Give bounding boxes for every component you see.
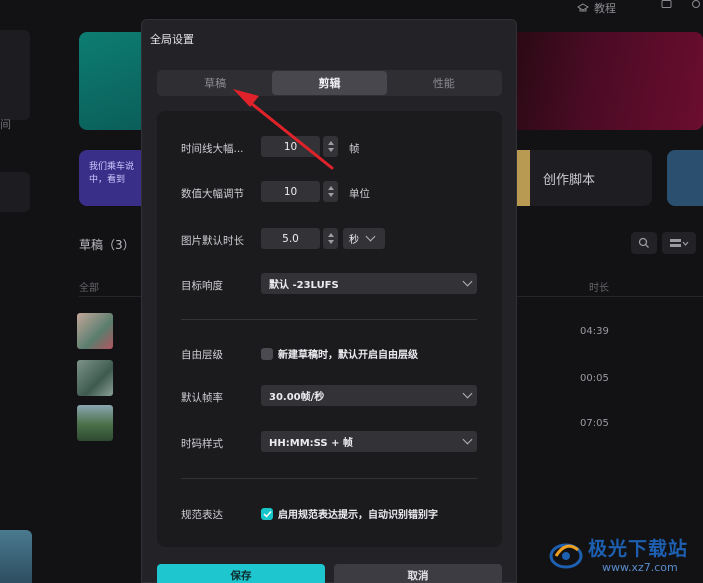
tutorial-label: 教程 <box>594 2 616 15</box>
graduation-cap-icon <box>577 3 589 12</box>
promo-tile[interactable]: 我们乘车说 中，看到 <box>79 150 141 206</box>
timecode-style-value: HH:MM:SS + 帧 <box>269 438 353 449</box>
watermark-brand: 极光下载站 <box>588 538 689 560</box>
free-layer-label: 自由层级 <box>181 349 223 361</box>
image-duration-stepper[interactable] <box>323 228 338 249</box>
settings-tabs: 草稿 剪辑 性能 <box>157 70 502 96</box>
chevron-down-icon <box>462 434 473 445</box>
draft-thumbnail[interactable] <box>77 360 113 396</box>
chevron-down-icon <box>365 231 376 242</box>
target-loudness-value: 默认 -23LUFS <box>269 280 339 291</box>
draft-duration: 04:39 <box>580 326 609 337</box>
bottom-thumbnail[interactable] <box>0 530 32 583</box>
default-framerate-label: 默认帧率 <box>181 392 223 404</box>
banner-right[interactable] <box>516 32 703 130</box>
tab-drafts[interactable]: 草稿 <box>158 71 272 95</box>
draft-duration: 00:05 <box>580 373 609 384</box>
section-divider <box>181 319 477 320</box>
default-framerate-select[interactable]: 30.00帧/秒 <box>261 385 477 406</box>
standard-expression-checkbox[interactable] <box>261 507 273 520</box>
sidebar-card-2[interactable] <box>0 172 30 212</box>
script-tile-accent <box>516 150 530 206</box>
tutorial-link[interactable]: 教程 <box>577 0 616 16</box>
banner-left[interactable] <box>79 32 143 130</box>
chevron-down-icon <box>462 388 473 399</box>
search-icon <box>638 237 649 248</box>
timeline-step-input[interactable]: 10 <box>261 136 320 157</box>
drafts-title: 草稿（3） <box>79 238 135 252</box>
cancel-button[interactable]: 取消 <box>334 564 502 583</box>
value-step-input[interactable]: 10 <box>261 181 320 202</box>
target-loudness-select[interactable]: 默认 -23LUFS <box>261 273 477 294</box>
global-settings-dialog: 全局设置 草稿 剪辑 性能 时间线大幅... 10 帧 数值大幅调节 10 单位… <box>141 19 517 583</box>
stepper-up-icon[interactable] <box>327 141 334 145</box>
settings-panel: 时间线大幅... 10 帧 数值大幅调节 10 单位 图片默认时长 5.0 秒 … <box>157 111 502 547</box>
timecode-style-select[interactable]: HH:MM:SS + 帧 <box>261 431 477 452</box>
people-tile[interactable] <box>667 150 703 206</box>
feedback-icon[interactable] <box>661 0 672 10</box>
value-step-stepper[interactable] <box>323 181 338 202</box>
save-button[interactable]: 保存 <box>157 564 325 583</box>
sidebar-card[interactable] <box>0 30 30 120</box>
top-bar: 教程 <box>0 0 703 16</box>
list-view-icon <box>670 239 689 247</box>
value-step-label: 数值大幅调节 <box>181 188 244 200</box>
stepper-up-icon[interactable] <box>327 186 334 190</box>
image-duration-unit-select[interactable]: 秒 <box>343 228 385 249</box>
section-divider <box>181 478 477 479</box>
standard-expression-label: 规范表达 <box>181 509 223 521</box>
standard-expression-option[interactable]: 启用规范表达提示，自动识别错别字 <box>261 506 438 521</box>
image-duration-input[interactable]: 5.0 <box>261 228 320 249</box>
column-duration[interactable]: 时长 <box>589 279 609 294</box>
value-step-unit: 单位 <box>349 188 370 200</box>
search-button[interactable] <box>631 232 657 254</box>
tab-performance[interactable]: 性能 <box>387 71 501 95</box>
image-duration-label: 图片默认时长 <box>181 235 244 247</box>
draft-thumbnail[interactable] <box>77 405 113 441</box>
draft-thumbnail[interactable] <box>77 313 113 349</box>
script-tile-label: 创作脚本 <box>543 173 596 188</box>
stepper-down-icon[interactable] <box>327 193 334 197</box>
promo-line-1: 我们乘车说 <box>89 162 135 172</box>
promo-line-2: 中，看到 <box>89 175 126 185</box>
watermark: 极光下载站 www.xz7.com <box>548 530 698 580</box>
free-layer-text: 新建草稿时，默认开启自由层级 <box>278 350 418 361</box>
default-framerate-value: 30.00帧/秒 <box>269 392 325 403</box>
tab-editing[interactable]: 剪辑 <box>272 71 387 95</box>
target-loudness-label: 目标响度 <box>181 280 223 292</box>
checkmark-icon <box>262 510 272 518</box>
dialog-title: 全局设置 <box>150 33 194 46</box>
watermark-url: www.xz7.com <box>602 561 678 574</box>
script-tile[interactable]: 创作脚本 <box>516 150 652 206</box>
stepper-down-icon[interactable] <box>327 240 334 244</box>
timeline-step-stepper[interactable] <box>323 136 338 157</box>
stepper-up-icon[interactable] <box>327 233 334 237</box>
view-toggle-button[interactable] <box>662 232 696 254</box>
timeline-step-unit: 帧 <box>349 143 360 155</box>
settings-gear-icon[interactable] <box>690 0 702 10</box>
free-layer-option[interactable]: 新建草稿时，默认开启自由层级 <box>261 346 418 361</box>
timeline-step-label: 时间线大幅... <box>181 143 244 155</box>
free-layer-checkbox[interactable] <box>261 347 273 360</box>
draft-duration: 07:05 <box>580 418 609 429</box>
timecode-style-label: 时码样式 <box>181 438 223 450</box>
stepper-down-icon[interactable] <box>327 148 334 152</box>
standard-expression-text: 启用规范表达提示，自动识别错别字 <box>278 510 438 521</box>
sidebar-label: 间 <box>0 118 11 131</box>
chevron-down-icon <box>462 276 473 287</box>
watermark-logo-icon <box>549 543 583 569</box>
column-all[interactable]: 全部 <box>79 279 99 294</box>
image-duration-unit: 秒 <box>349 235 359 246</box>
